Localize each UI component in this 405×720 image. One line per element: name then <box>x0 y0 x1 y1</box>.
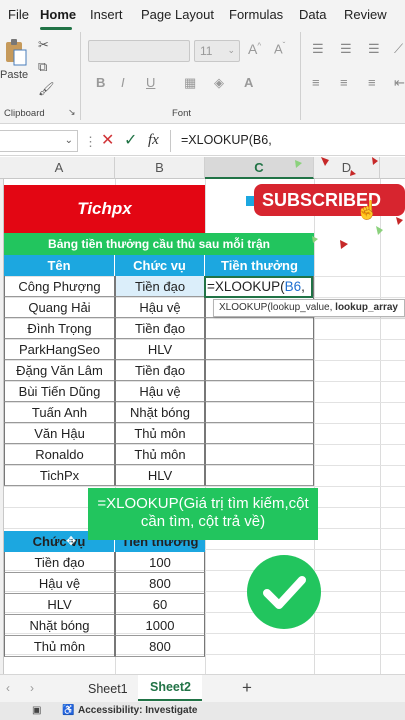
checkmark-badge-icon <box>247 555 321 629</box>
scroll-left-icon[interactable]: ‹ <box>6 682 10 694</box>
scroll-right-icon[interactable]: › <box>30 682 34 694</box>
confetti-decoration <box>295 157 403 249</box>
status-bar: ▣ ♿ Accessibility: Investigate <box>0 702 405 720</box>
accessibility-status[interactable]: Accessibility: Investigate <box>78 705 198 716</box>
sheet-tab-sheet2-label: Sheet2 <box>150 680 191 694</box>
sheet-tab-sheet1[interactable]: Sheet1 <box>88 682 128 696</box>
add-sheet-button[interactable]: + <box>242 678 252 698</box>
accessibility-icon[interactable]: ♿ <box>62 705 74 716</box>
macro-icon[interactable]: ▣ <box>32 705 41 716</box>
sheet-tab-bar: ‹ › Sheet1 Sheet2 + <box>0 674 405 702</box>
sheet-tab-sheet2-active[interactable]: Sheet2 <box>138 675 202 701</box>
